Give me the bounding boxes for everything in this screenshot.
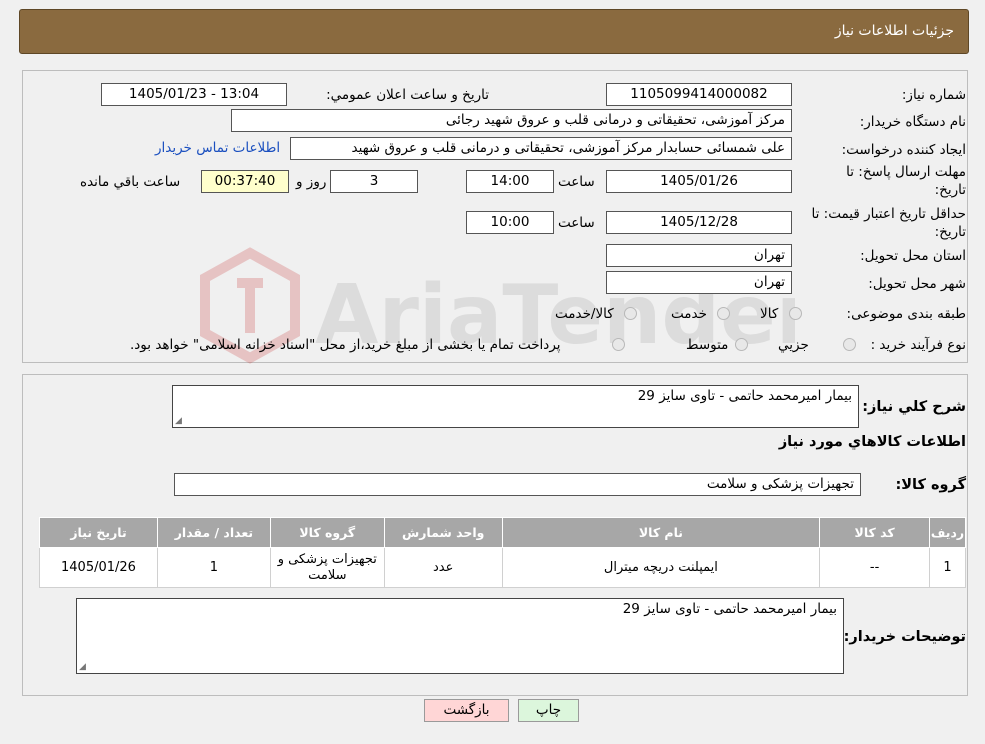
- buyer-label: نام دستگاه خریدار:: [859, 114, 966, 130]
- col-header-code: کد کالا: [819, 517, 931, 548]
- deadline-label-date: تاریخ:: [934, 182, 966, 198]
- buyer-notes-label: توضیحات خریدار:: [843, 629, 966, 645]
- process-option-minor: جزیي: [778, 337, 809, 353]
- back-button[interactable]: بازگشت: [424, 699, 509, 722]
- category-radio-goods-service[interactable]: [624, 307, 637, 320]
- announce-datetime-field: 1405/01/23 - 13:04: [101, 83, 287, 106]
- cell-code: --: [819, 547, 931, 588]
- need-number-label: شماره نیاز:: [901, 87, 966, 103]
- validity-time-field: 10:00: [466, 211, 554, 234]
- buyer-field: مرکز آموزشی، تحقیقاتی و درمانی قلب و عرو…: [231, 109, 792, 132]
- process-option-medium: متوسط: [686, 337, 729, 353]
- summary-textarea[interactable]: بیمار امیرمحمد حاتمی - تاوی سایز 29 ◢: [172, 385, 859, 428]
- print-button[interactable]: چاپ: [518, 699, 579, 722]
- cell-quantity: 1: [156, 547, 271, 588]
- resize-grip-icon[interactable]: ◢: [79, 662, 86, 672]
- buyer-notes-text: بیمار امیرمحمد حاتمی - تاوی سایز 29: [622, 601, 837, 617]
- validity-date-field: 1405/12/28: [606, 211, 792, 234]
- category-label: طبقه بندی موضوعی:: [846, 306, 966, 322]
- validity-label: حداقل تاریخ اعتبار قیمت: تا: [811, 206, 966, 222]
- category-option-goods-service: کالا/خدمت: [555, 306, 614, 322]
- col-header-unit: واحد شمارش: [383, 517, 503, 548]
- table-header-row: رديف کد کالا نام کالا واحد شمارش گروه کا…: [39, 517, 966, 548]
- col-header-row-number: رديف: [929, 517, 966, 548]
- summary-label: شرح کلي نياز:: [862, 399, 966, 415]
- goods-group-label: گروه کالا:: [895, 477, 966, 493]
- deadline-date-field: 1405/01/26: [606, 170, 792, 193]
- col-header-group: گروه کالا: [269, 517, 385, 548]
- treasury-payment-checkbox[interactable]: [612, 338, 625, 351]
- category-radio-goods[interactable]: [789, 307, 802, 320]
- process-radio-minor[interactable]: [843, 338, 856, 351]
- col-header-name: نام کالا: [501, 517, 821, 548]
- cell-row-number: 1: [929, 547, 966, 588]
- cell-date: 1405/01/26: [39, 547, 158, 588]
- need-number-field: 1105099414000082: [606, 83, 792, 106]
- city-label: شهر محل تحویل:: [868, 276, 966, 292]
- validity-time-label: ساعت: [558, 215, 595, 231]
- col-header-date: تاريخ نياز: [39, 517, 158, 548]
- category-radio-service[interactable]: [717, 307, 730, 320]
- validity-label-date: تاریخ:: [934, 224, 966, 240]
- page-header: جزئیات اطلاعات نیاز: [19, 9, 969, 54]
- remaining-time-field: 00:37:40: [201, 170, 289, 193]
- requester-field: علی شمسائی حسابدار مرکز آموزشی، تحقیقاتی…: [290, 137, 792, 160]
- process-note: پرداخت تمام یا بخشی از مبلغ خرید،از محل …: [130, 337, 561, 353]
- deadline-label: مهلت ارسال پاسخ: تا: [846, 164, 966, 180]
- items-table: رديف کد کالا نام کالا واحد شمارش گروه کا…: [39, 517, 966, 588]
- summary-text: بیمار امیرمحمد حاتمی - تاوی سایز 29: [637, 388, 852, 404]
- province-label: استان محل تحویل:: [860, 248, 966, 264]
- process-label: نوع فرآیند خرید :: [870, 337, 966, 353]
- remaining-label: ساعت باقي مانده: [80, 174, 181, 190]
- province-field: تهران: [606, 244, 792, 267]
- deadline-time-field: 14:00: [466, 170, 554, 193]
- col-header-quantity: تعداد / مقدار: [156, 517, 271, 548]
- resize-grip-icon[interactable]: ◢: [175, 416, 182, 426]
- days-label: روز و: [296, 174, 327, 190]
- requester-label: ایجاد کننده درخواست:: [841, 142, 966, 158]
- cell-group: تجهیزات پزشکی و سلامت: [269, 547, 385, 588]
- cell-unit: عدد: [383, 547, 503, 588]
- buyer-contact-link[interactable]: اطلاعات تماس خریدار: [155, 140, 280, 156]
- goods-group-field: تجهیزات پزشکی و سلامت: [174, 473, 861, 496]
- announce-label: تاريخ و ساعت اعلان عمومي:: [326, 87, 489, 103]
- category-option-service: خدمت: [671, 306, 707, 322]
- buyer-notes-textarea[interactable]: بیمار امیرمحمد حاتمی - تاوی سایز 29 ◢: [76, 598, 844, 674]
- items-section-title: اطلاعات کالاهاي مورد نياز: [778, 434, 966, 450]
- category-option-goods: کالا: [760, 306, 779, 322]
- remaining-days-field: 3: [330, 170, 418, 193]
- city-field: تهران: [606, 271, 792, 294]
- page-title: جزئیات اطلاعات نیاز: [834, 23, 954, 39]
- table-row: 1 -- ایمپلنت دریچه میترال عدد تجهیزات پز…: [39, 547, 966, 588]
- deadline-time-label: ساعت: [558, 174, 595, 190]
- process-radio-medium[interactable]: [735, 338, 748, 351]
- cell-name: ایمپلنت دریچه میترال: [501, 547, 821, 588]
